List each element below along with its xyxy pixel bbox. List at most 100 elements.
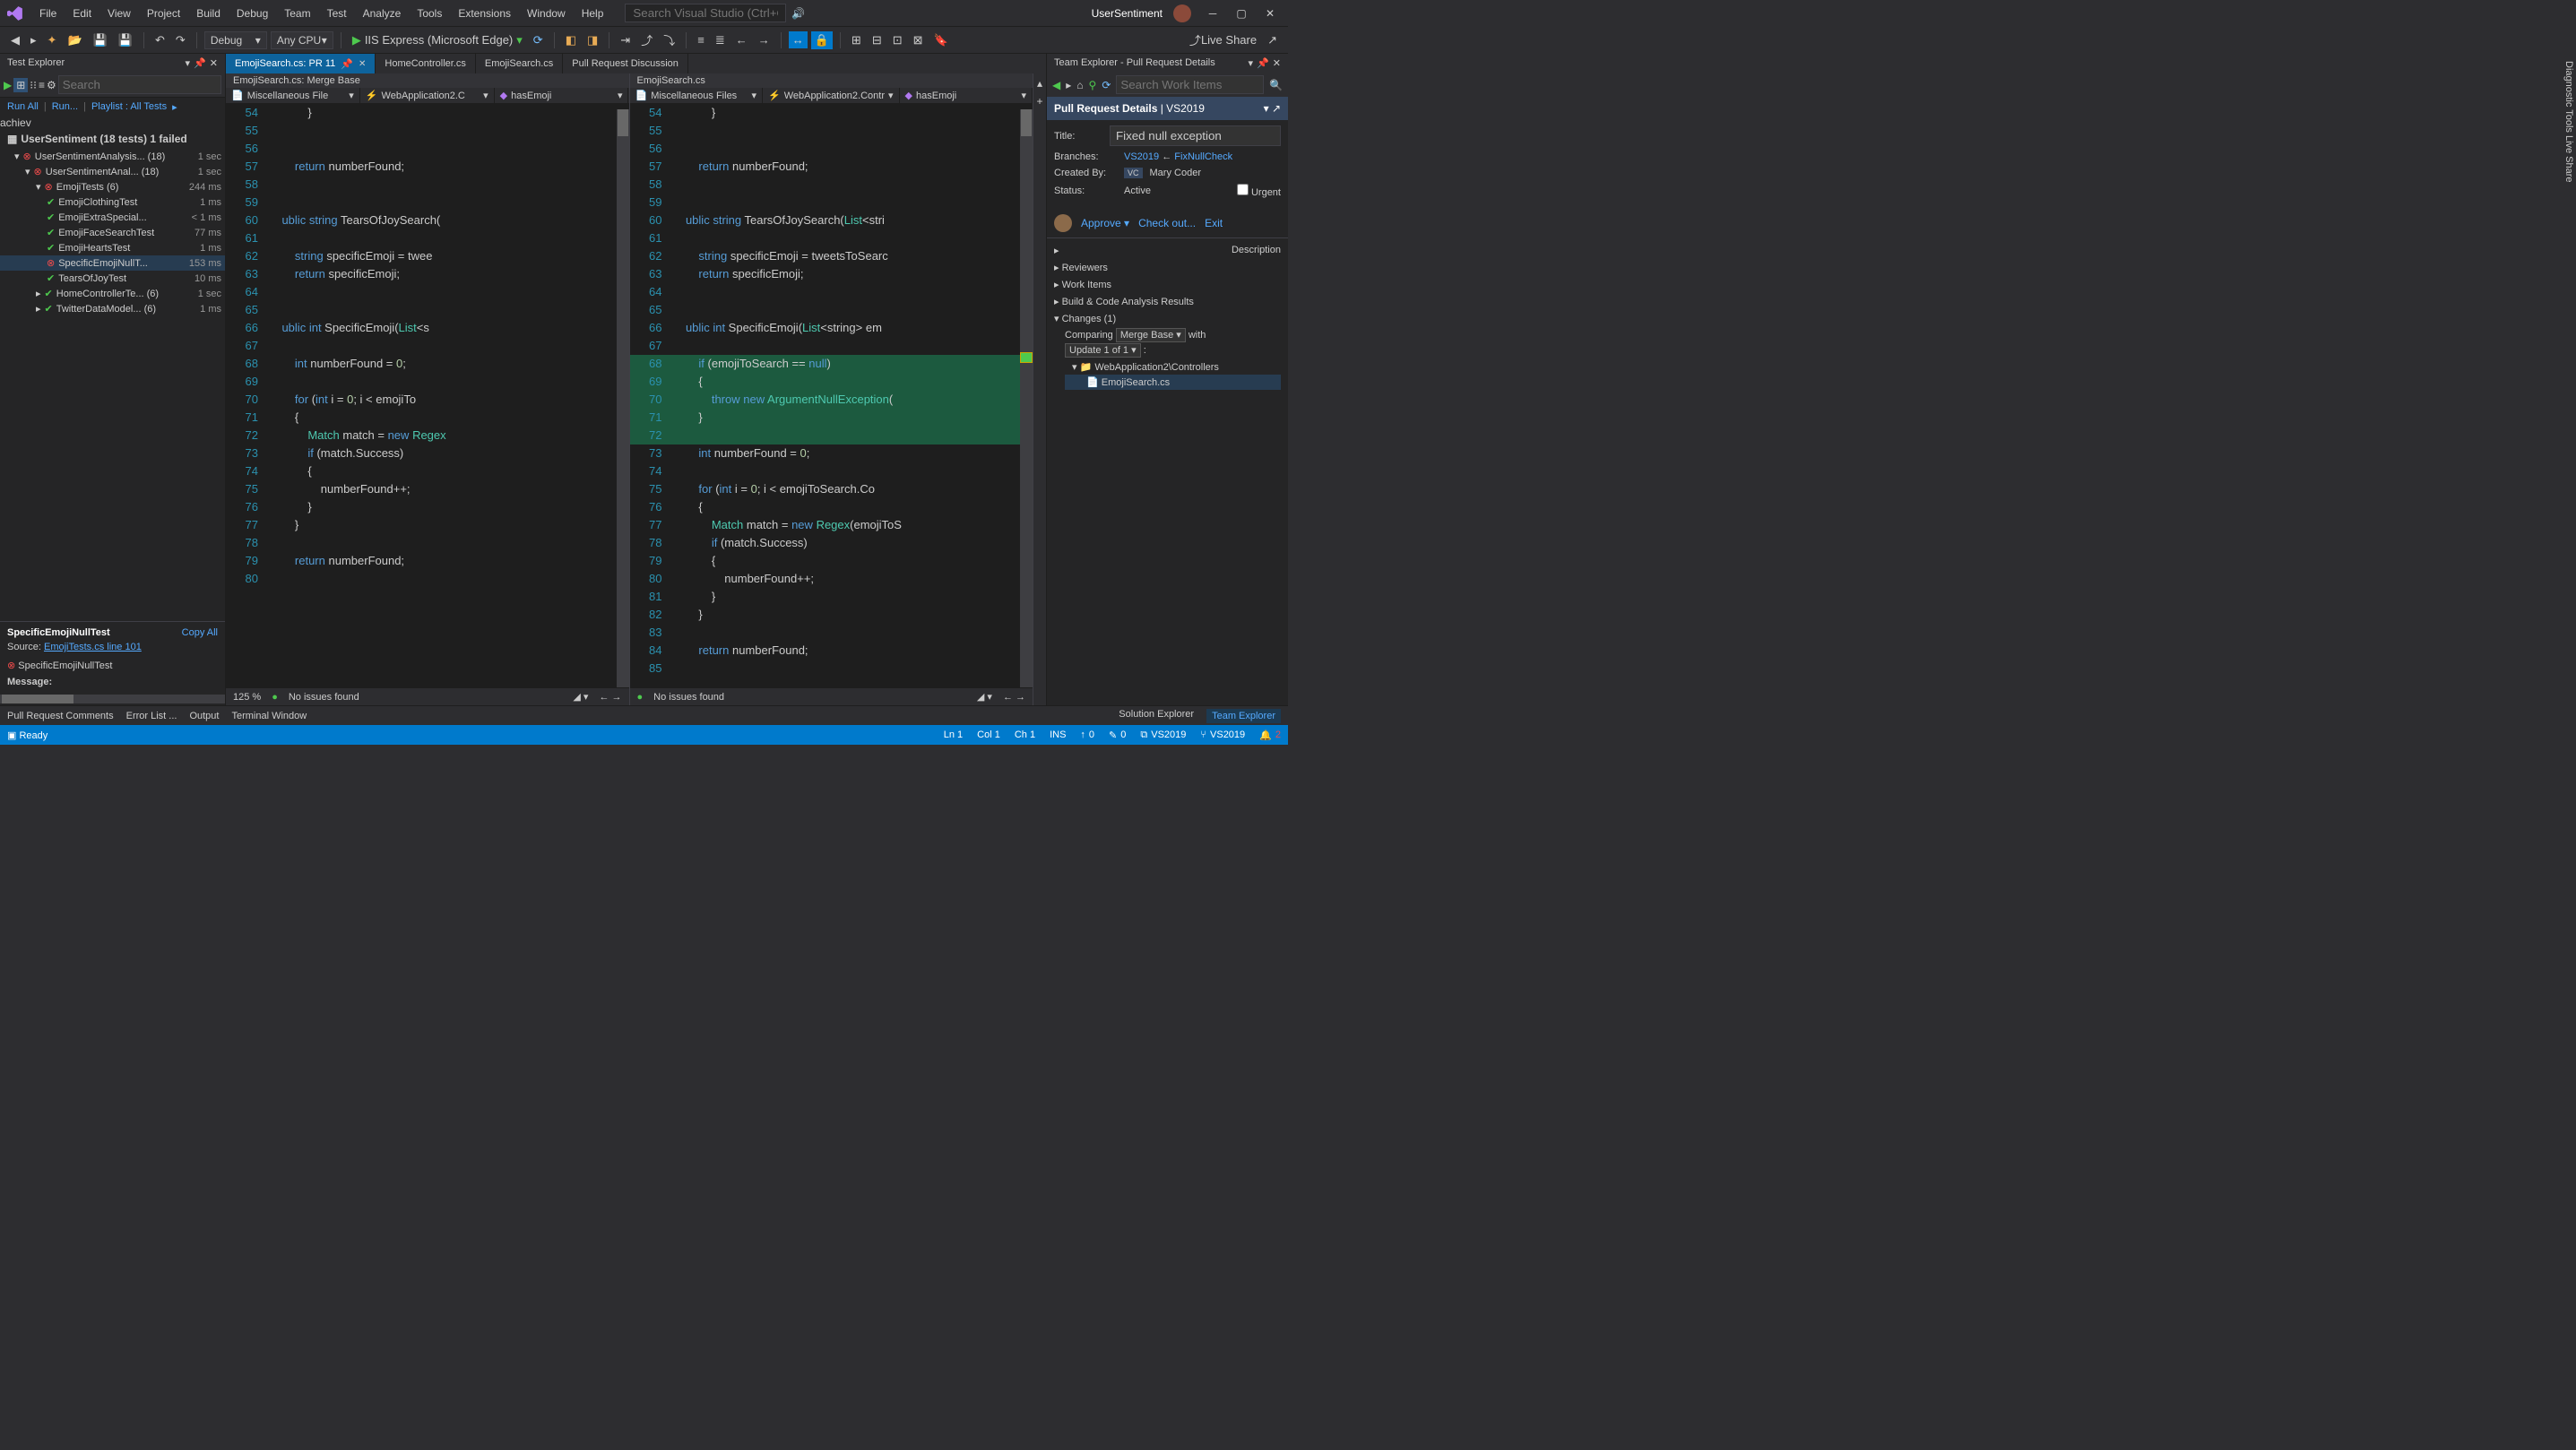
toolbar-icon[interactable]: ⊞ xyxy=(848,31,865,49)
pin-icon[interactable]: 📌 xyxy=(1257,57,1269,69)
playlist-link[interactable]: Playlist : All Tests xyxy=(91,101,167,113)
status-branch[interactable]: ⑂ VS2019 xyxy=(1200,729,1245,740)
collapse-icon[interactable]: ▴ xyxy=(1037,77,1042,90)
live-share-button[interactable]: ⤴ Live Share xyxy=(1186,30,1260,50)
toolbar-icon[interactable]: ⊟ xyxy=(869,31,886,49)
nav-dropdown[interactable]: ⚡WebApplication2.Contr▾ xyxy=(763,88,900,103)
vs-search-input[interactable] xyxy=(625,4,786,22)
zoom-level[interactable]: 125 % xyxy=(233,692,261,703)
toolbar-icon[interactable]: 🔖 xyxy=(930,31,952,49)
run-link[interactable]: Run... xyxy=(52,101,78,113)
minimize-button[interactable]: ─ xyxy=(1202,7,1223,20)
menu-file[interactable]: File xyxy=(32,4,64,23)
close-icon[interactable]: ✕ xyxy=(210,57,218,69)
feedback-icon[interactable]: ↗ xyxy=(1264,31,1281,49)
status-sync[interactable]: ↑ 0 xyxy=(1080,729,1094,740)
bottom-tab[interactable]: Solution Explorer xyxy=(1119,709,1194,723)
section-changes[interactable]: Changes (1) xyxy=(1054,310,1281,327)
toolbar-icon[interactable]: ◨ xyxy=(583,31,601,49)
maximize-button[interactable]: ▢ xyxy=(1231,7,1252,20)
test-row[interactable]: ✔EmojiClothingTest1 ms xyxy=(0,194,225,210)
status-changes[interactable]: ✎ 0 xyxy=(1109,729,1126,741)
toolbar-icon[interactable]: ◧ xyxy=(562,31,580,49)
toolbar-icon[interactable]: ⊡ xyxy=(889,31,906,49)
test-row[interactable]: ▾⊗UserSentimentAnal... (18)1 sec xyxy=(0,164,225,179)
refresh-icon[interactable]: ⟳ xyxy=(530,31,547,49)
status-repo[interactable]: ⧉ VS2019 xyxy=(1140,729,1186,741)
menu-window[interactable]: Window xyxy=(520,4,573,23)
open-icon[interactable]: 📂 xyxy=(64,31,85,49)
scrollbar[interactable] xyxy=(1020,109,1033,687)
menu-build[interactable]: Build xyxy=(189,4,228,23)
section-reviewers[interactable]: Reviewers xyxy=(1054,259,1281,276)
menu-project[interactable]: Project xyxy=(140,4,187,23)
step-icon[interactable]: ⇥ xyxy=(617,31,634,49)
right-code-editor[interactable]: 54 }555657 return numberFound;585960 ubl… xyxy=(630,104,1033,687)
save-icon[interactable]: 💾 xyxy=(90,31,111,49)
menu-edit[interactable]: Edit xyxy=(65,4,99,23)
toolbar-icon[interactable]: ≡ xyxy=(39,79,45,91)
changed-file[interactable]: 📄 EmojiSearch.cs xyxy=(1065,375,1281,390)
nav-dropdown[interactable]: 📄Miscellaneous Files▾ xyxy=(630,88,763,103)
work-items-search[interactable] xyxy=(1116,75,1264,94)
dropdown-icon[interactable]: ▾ xyxy=(186,57,191,69)
close-button[interactable]: ✕ xyxy=(1259,7,1281,20)
document-tab[interactable]: EmojiSearch.cs: PR 11📌✕ xyxy=(226,54,376,73)
test-row[interactable]: ✔EmojiExtraSpecial...< 1 ms xyxy=(0,210,225,225)
add-icon[interactable]: + xyxy=(1036,95,1042,108)
group-icon[interactable]: ⊞ xyxy=(13,78,28,92)
fwd-icon[interactable]: ▸ xyxy=(1066,79,1071,91)
run-button[interactable]: ▶ IIS Express (Microsoft Edge) ▾ xyxy=(349,31,526,49)
section-workitems[interactable]: Work Items xyxy=(1054,276,1281,293)
toolbar-icon[interactable]: ≡ xyxy=(694,31,708,48)
pin-icon[interactable]: 📌 xyxy=(194,57,206,69)
reviewer-avatar[interactable] xyxy=(1054,214,1072,232)
bottom-tab[interactable]: Terminal Window xyxy=(231,711,307,721)
menu-test[interactable]: Test xyxy=(320,4,354,23)
toolbar-icon[interactable]: 🔒 xyxy=(811,31,833,49)
step-icon[interactable]: ⤴ xyxy=(637,30,656,50)
checkout-button[interactable]: Check out... xyxy=(1138,217,1196,229)
urgent-checkbox[interactable] xyxy=(1237,184,1249,195)
run-all-link[interactable]: Run All xyxy=(7,101,39,113)
test-search-input[interactable] xyxy=(58,75,221,94)
menu-tools[interactable]: Tools xyxy=(410,4,449,23)
search-icon[interactable]: 🔍 xyxy=(1269,79,1283,91)
dropdown-icon[interactable]: ▾ xyxy=(1249,57,1254,69)
home-icon[interactable]: ⌂ xyxy=(1076,79,1083,91)
source-link[interactable]: EmojiTests.cs line 101 xyxy=(44,642,142,652)
nav-dropdown[interactable]: ◆hasEmoji▾ xyxy=(900,88,1033,103)
scrollbar[interactable] xyxy=(617,109,629,687)
run-icon[interactable]: ▶ xyxy=(4,79,12,91)
section-description[interactable]: Description xyxy=(1054,242,1281,259)
back-icon[interactable]: ◀ xyxy=(1052,79,1060,91)
approve-button[interactable]: Approve ▾ xyxy=(1081,217,1129,229)
user-avatar[interactable] xyxy=(1173,4,1191,22)
toolbar-icon[interactable]: ⁝⁝ xyxy=(30,79,37,91)
exit-button[interactable]: Exit xyxy=(1205,217,1223,229)
step-icon[interactable]: ⤵ xyxy=(660,30,679,50)
toolbar-icon[interactable]: → xyxy=(755,31,774,48)
test-row[interactable]: ▸✔TwitterDataModel... (6)1 ms xyxy=(0,301,225,316)
test-row[interactable]: ▾⊗EmojiTests (6)244 ms xyxy=(0,179,225,194)
nav-back-icon[interactable]: ◀ xyxy=(7,31,23,49)
menu-debug[interactable]: Debug xyxy=(229,4,275,23)
save-all-icon[interactable]: 💾 xyxy=(115,31,136,49)
close-icon[interactable]: ✕ xyxy=(1273,57,1281,69)
test-row[interactable]: ⊗SpecificEmojiNullT...153 ms xyxy=(0,255,225,271)
status-notifications[interactable]: 🔔2 xyxy=(1259,729,1281,741)
nav-fwd-icon[interactable]: ▸ xyxy=(27,31,40,49)
document-tab[interactable]: Pull Request Discussion xyxy=(563,54,688,73)
left-code-editor[interactable]: 54 }555657 return numberFound;585960 ubl… xyxy=(226,104,629,687)
platform-dropdown[interactable]: Any CPU▾ xyxy=(271,31,333,49)
new-project-icon[interactable]: ✦ xyxy=(44,31,61,49)
feedback-icon[interactable]: 🔊 xyxy=(791,7,805,20)
bottom-tab[interactable]: Error List ... xyxy=(126,711,177,721)
test-row[interactable]: ✔TearsOfJoyTest10 ms xyxy=(0,271,225,286)
menu-extensions[interactable]: Extensions xyxy=(451,4,518,23)
toolbar-icon[interactable]: ← xyxy=(732,31,751,48)
source-branch[interactable]: FixNullCheck xyxy=(1174,151,1232,162)
target-branch[interactable]: VS2019 xyxy=(1124,151,1159,162)
document-tab[interactable]: HomeController.cs xyxy=(376,54,475,73)
update-dropdown[interactable]: Update 1 of 1 ▾ xyxy=(1065,343,1141,358)
